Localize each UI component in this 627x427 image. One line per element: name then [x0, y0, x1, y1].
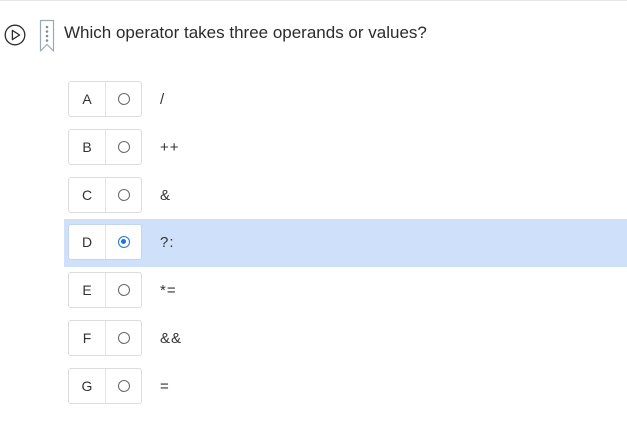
option-radio-button[interactable]: [118, 141, 130, 153]
option-answer-text: *=: [160, 282, 177, 299]
option-e[interactable]: E *=: [64, 267, 627, 315]
option-letter: E: [82, 282, 92, 298]
option-letter-box[interactable]: B: [68, 129, 142, 165]
option-c[interactable]: C &: [64, 172, 627, 220]
option-divider: [105, 178, 106, 212]
option-answer-text: ++: [160, 139, 180, 156]
option-answer-text: /: [160, 91, 166, 108]
option-a[interactable]: A /: [64, 76, 627, 124]
option-letter: C: [81, 187, 93, 203]
play-circle-icon[interactable]: [4, 24, 26, 46]
option-letter-box[interactable]: A: [68, 81, 142, 117]
option-letter-box[interactable]: G: [68, 368, 142, 404]
option-radio-button[interactable]: [118, 380, 130, 392]
option-letter: A: [82, 91, 92, 107]
bookmark-icon[interactable]: [38, 19, 56, 53]
option-radio-button[interactable]: [118, 236, 130, 248]
option-letter-box[interactable]: E: [68, 272, 142, 308]
option-d[interactable]: D?:: [64, 219, 627, 267]
option-letter: G: [81, 378, 93, 394]
option-divider: [105, 225, 106, 259]
option-radio-button[interactable]: [118, 189, 130, 201]
option-divider: [105, 321, 106, 355]
option-answer-text: ?:: [160, 234, 175, 251]
option-divider: [105, 369, 106, 403]
option-radio-button[interactable]: [118, 93, 130, 105]
option-letter: F: [82, 330, 92, 346]
option-f[interactable]: F &&: [64, 315, 627, 363]
option-letter-box[interactable]: C: [68, 177, 142, 213]
option-letter-box[interactable]: F: [68, 320, 142, 356]
option-letter: B: [82, 139, 92, 155]
option-divider: [105, 273, 106, 307]
question-text: Which operator takes three operands or v…: [64, 23, 427, 42]
option-b[interactable]: B ++: [64, 124, 627, 172]
option-answer-text: &&: [160, 330, 183, 347]
option-divider: [105, 82, 106, 116]
option-g[interactable]: G =: [64, 363, 627, 411]
option-answer-text: &: [160, 187, 172, 204]
option-divider: [105, 130, 106, 164]
option-answer-text: =: [160, 378, 170, 395]
option-radio-button[interactable]: [118, 332, 130, 344]
top-divider: [0, 0, 627, 1]
question-card: Which operator takes three operands or v…: [0, 0, 627, 427]
option-letter: D: [81, 234, 93, 250]
option-letter-box[interactable]: D: [68, 224, 142, 260]
option-radio-button[interactable]: [118, 284, 130, 296]
